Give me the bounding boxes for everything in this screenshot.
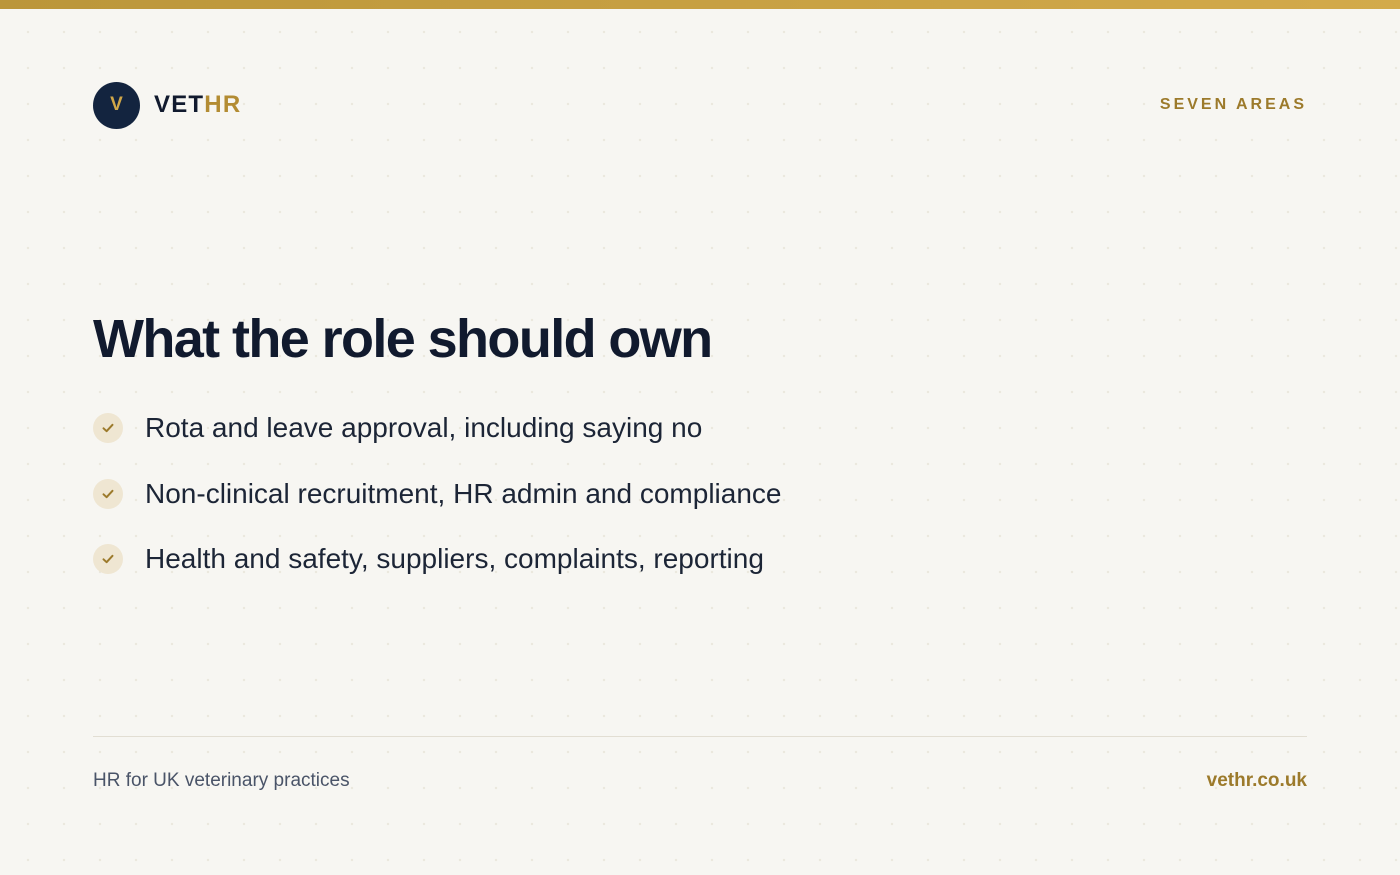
- brand-name: VETHR: [154, 91, 241, 119]
- list-item: Health and safety, suppliers, complaints…: [93, 533, 993, 585]
- brand-name-primary: VET: [154, 91, 205, 118]
- footer-website-link[interactable]: vethr.co.uk: [1207, 770, 1307, 792]
- responsibility-list: Rota and leave approval, including sayin…: [93, 402, 993, 599]
- list-item: Rota and leave approval, including sayin…: [93, 402, 993, 454]
- list-item-text: Rota and leave approval, including sayin…: [145, 412, 703, 443]
- brand: V VETHR: [93, 81, 241, 129]
- header: V VETHR SEVEN AREAS: [93, 81, 1307, 129]
- page-title: What the role should own: [93, 309, 713, 369]
- brand-name-accent: HR: [204, 91, 242, 118]
- list-item-text: Health and safety, suppliers, complaints…: [145, 543, 764, 574]
- list-item: Non-clinical recruitment, HR admin and c…: [93, 468, 993, 520]
- section-tagline: SEVEN AREAS: [1159, 96, 1307, 113]
- footer-description: HR for UK veterinary practices: [93, 770, 350, 791]
- logo-badge: V: [93, 81, 140, 129]
- footer-divider: [93, 736, 1307, 737]
- check-icon: [93, 544, 123, 574]
- top-accent-bar: [0, 0, 1400, 9]
- check-icon: [93, 413, 123, 443]
- list-item-text: Non-clinical recruitment, HR admin and c…: [145, 477, 782, 509]
- check-icon: [93, 478, 123, 509]
- logo-letter: V: [110, 94, 123, 115]
